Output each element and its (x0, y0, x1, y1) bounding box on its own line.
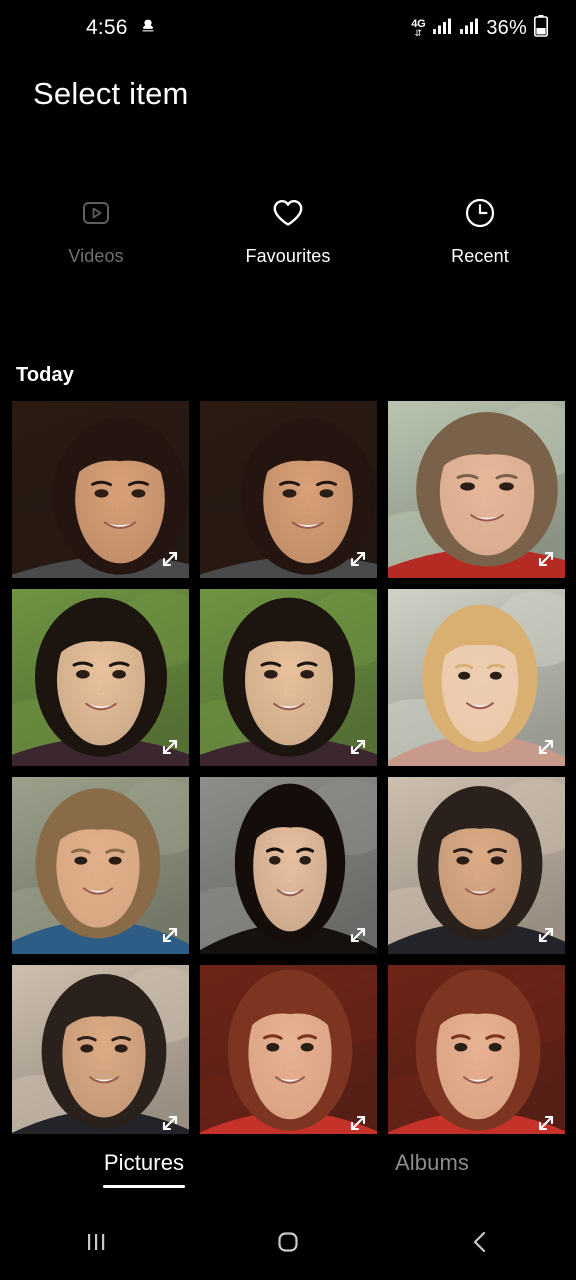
home-icon (273, 1227, 303, 1262)
photo-woman-short-hair-1 (388, 777, 565, 954)
dnd-icon (140, 18, 156, 39)
photo-woman-slicked-hair-grey-bg (200, 777, 377, 954)
section-header-today: Today (16, 364, 74, 386)
nav-home-button[interactable] (192, 1227, 384, 1262)
recents-icon (82, 1229, 110, 1260)
page-title: Select item (33, 76, 189, 111)
data-transfer-arrows-icon: ⇵ (414, 27, 423, 38)
network-type-icon: 4G ⇵ (411, 18, 425, 38)
photo-smiling-woman-green-bg-1 (12, 589, 189, 766)
photo-smiling-woman-dark-hair-1 (12, 401, 189, 578)
signal-bars-icon (432, 17, 452, 40)
photo-woman-red-hair-bangs-1 (200, 965, 377, 1134)
shortcut-videos-label: Videos (68, 246, 124, 266)
battery-percent-label: 36% (486, 16, 527, 39)
photo-grid-cell[interactable] (388, 401, 565, 578)
shortcut-recent[interactable]: Recent (384, 196, 576, 267)
photo-smiling-woman-dark-hair-2 (200, 401, 377, 578)
photo-grid-cell[interactable] (388, 589, 565, 766)
battery-icon (534, 14, 548, 42)
photo-grid-cell[interactable] (388, 965, 565, 1134)
signal-bars-icon-2 (459, 17, 479, 40)
photo-smiling-woman-green-bg-2 (200, 589, 377, 766)
status-bar-left: 4:56 (0, 16, 156, 40)
android-nav-bar (0, 1208, 576, 1280)
status-bar-right: 4G ⇵ 36% (411, 14, 548, 42)
heart-icon (272, 196, 304, 230)
back-icon (466, 1228, 494, 1261)
shortcut-favourites[interactable]: Favourites (192, 196, 384, 267)
photo-woman-short-hair-2 (12, 965, 189, 1134)
photo-smiling-man-red-shirt (388, 401, 565, 578)
tab-active-underline (103, 1185, 185, 1188)
tab-pictures[interactable]: Pictures (0, 1150, 288, 1208)
photo-grid-cell[interactable] (388, 777, 565, 954)
video-play-icon (81, 196, 111, 230)
nav-back-button[interactable] (384, 1228, 576, 1261)
shortcut-row: Videos Favourites Recent (0, 196, 576, 267)
photo-grid-cell[interactable] (200, 965, 377, 1134)
tab-albums-label: Albums (395, 1150, 469, 1175)
shortcut-favourites-label: Favourites (245, 246, 331, 266)
tab-pictures-label: Pictures (103, 1150, 185, 1175)
photo-grid-cell[interactable] (12, 589, 189, 766)
shortcut-recent-label: Recent (451, 246, 509, 266)
photo-grid-cell[interactable] (12, 401, 189, 578)
status-time: 4:56 (86, 16, 128, 39)
photo-blonde-woman-bangs (388, 589, 565, 766)
status-bar: 4:56 4G ⇵ 36% (0, 0, 576, 56)
photo-grid-cell[interactable] (12, 965, 189, 1134)
nav-recents-button[interactable] (0, 1229, 192, 1260)
photo-grid-cell[interactable] (200, 589, 377, 766)
photo-person-sunglasses-outdoor (12, 777, 189, 954)
photo-grid (12, 401, 566, 1134)
photo-grid-cell[interactable] (200, 401, 377, 578)
photo-grid-cell[interactable] (200, 777, 377, 954)
tab-albums[interactable]: Albums (288, 1150, 576, 1208)
photo-grid-cell[interactable] (12, 777, 189, 954)
shortcut-videos[interactable]: Videos (0, 196, 192, 267)
clock-icon (464, 196, 496, 230)
photo-woman-red-hair-bangs-2 (388, 965, 565, 1134)
bottom-tab-bar: Pictures Albums (0, 1150, 576, 1208)
